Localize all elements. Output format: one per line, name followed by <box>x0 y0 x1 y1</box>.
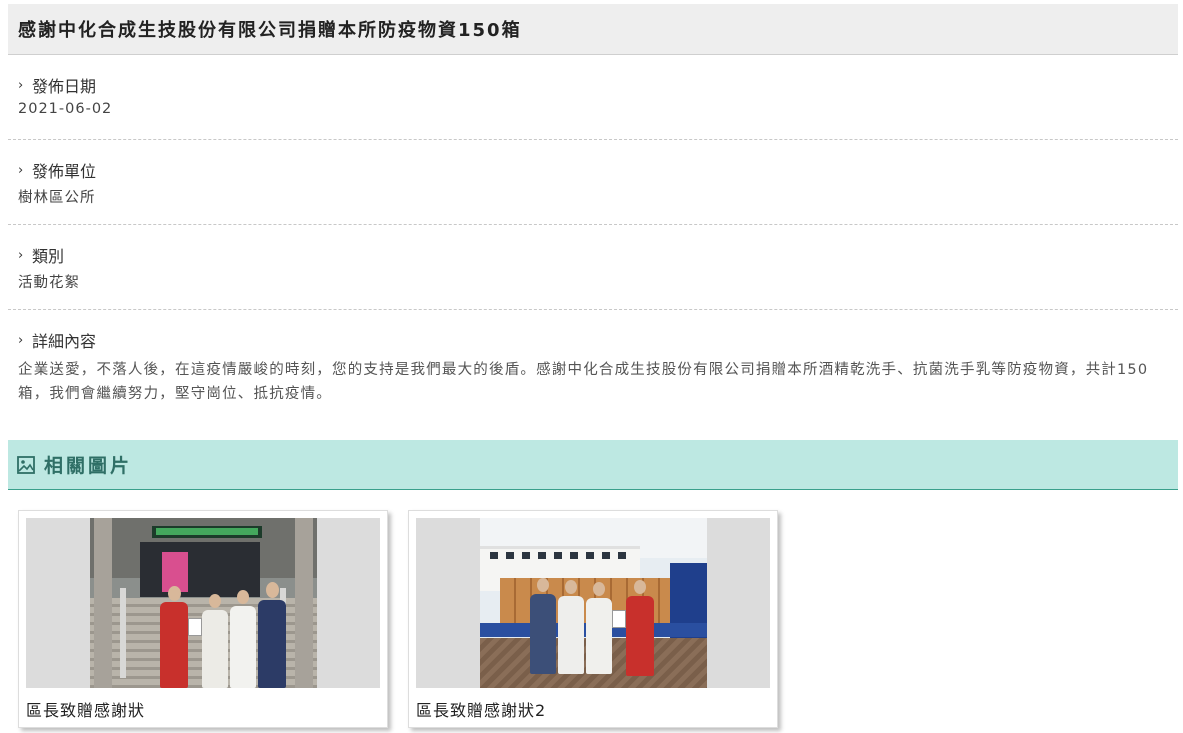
related-images-header: 相關圖片 <box>8 440 1178 490</box>
field-label: 發佈日期 <box>32 77 97 96</box>
chevron-right-icon: › <box>18 162 24 178</box>
page-container: 感謝中化合成生技股份有限公司捐贈本所防疫物資150箱 › 發佈日期 2021-0… <box>8 4 1178 728</box>
field-label-row: › 發佈日期 <box>18 55 1168 101</box>
image-icon <box>17 455 35 474</box>
publish-date-value: 2021-06-02 <box>18 101 113 117</box>
article-title: 感謝中化合成生技股份有限公司捐贈本所防疫物資150箱 <box>18 20 522 41</box>
chevron-right-icon: › <box>18 77 24 93</box>
field-publisher: › 發佈單位 樹林區公所 <box>8 140 1178 225</box>
image-thumbnail-frame[interactable] <box>416 518 770 688</box>
article-title-bar: 感謝中化合成生技股份有限公司捐贈本所防疫物資150箱 <box>8 4 1178 55</box>
image-thumbnail-frame[interactable] <box>26 518 380 688</box>
field-label: 詳細內容 <box>32 332 97 351</box>
field-label-row: › 詳細內容 <box>18 310 1168 356</box>
field-publish-date: › 發佈日期 2021-06-02 <box>8 55 1178 140</box>
image-gallery: 區長致贈感謝狀 區長致贈感謝狀2 <box>8 490 1178 728</box>
related-images-heading: 相關圖片 <box>44 455 133 477</box>
field-label: 發佈單位 <box>32 162 97 181</box>
field-label-row: › 發佈單位 <box>18 140 1168 186</box>
category-value: 活動花絮 <box>18 275 80 291</box>
field-category: › 類別 活動花絮 <box>8 225 1178 310</box>
image-card[interactable]: 區長致贈感謝狀 <box>18 510 388 728</box>
image-caption[interactable]: 區長致贈感謝狀 <box>26 688 380 721</box>
field-details: › 詳細內容 企業送愛，不落人後，在這疫情嚴峻的時刻，您的支持是我們最大的後盾。… <box>8 310 1178 426</box>
photo-donation-group[interactable] <box>479 518 707 688</box>
publisher-value: 樹林區公所 <box>18 190 96 206</box>
field-label-row: › 類別 <box>18 225 1168 271</box>
field-label: 類別 <box>32 247 65 266</box>
image-card[interactable]: 區長致贈感謝狀2 <box>408 510 778 728</box>
photo-certificate-presentation[interactable] <box>89 518 317 688</box>
details-content: 企業送愛，不落人後，在這疫情嚴峻的時刻，您的支持是我們最大的後盾。感謝中化合成生… <box>18 362 1149 402</box>
image-caption[interactable]: 區長致贈感謝狀2 <box>416 688 770 721</box>
chevron-right-icon: › <box>18 332 24 348</box>
chevron-right-icon: › <box>18 247 24 263</box>
